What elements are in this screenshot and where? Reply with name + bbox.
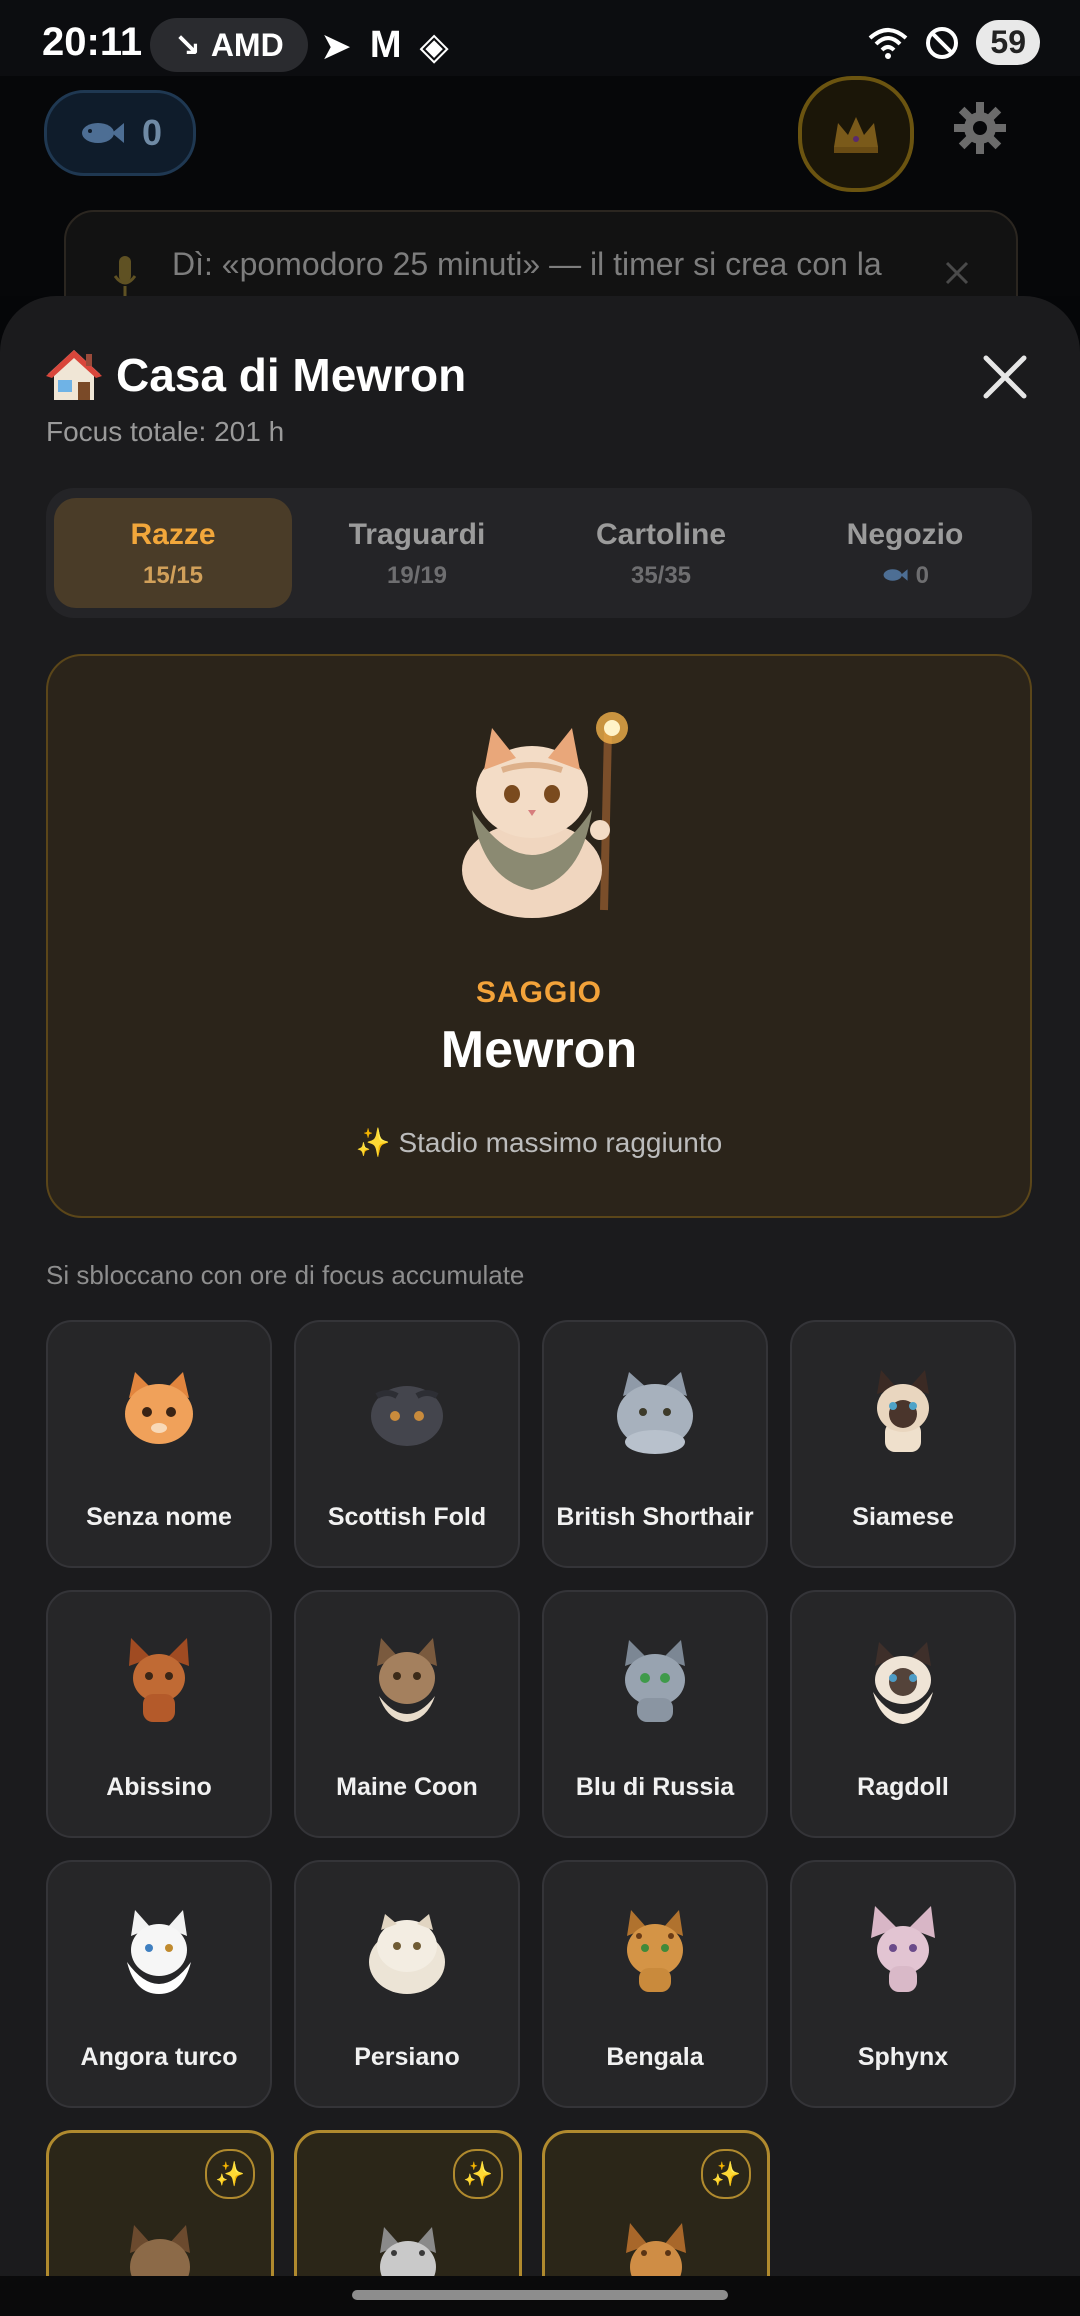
microphone-icon	[114, 256, 136, 296]
settings-gear-icon[interactable]	[952, 100, 1008, 156]
cat-house-sheet: Casa di Mewron Focus totale: 201 h Razze…	[0, 296, 1080, 2316]
wise-cat-illustration	[462, 712, 628, 918]
close-icon[interactable]	[982, 354, 1028, 400]
breed-name: Persiano	[354, 2043, 460, 2071]
sphynx-icon	[871, 1906, 935, 1992]
british-shorthair-icon	[617, 1372, 693, 1454]
turkish-angora-icon	[127, 1910, 191, 1994]
breed-card-british-shorthair[interactable]: British Shorthair	[542, 1320, 768, 1568]
breed-name: Scottish Fold	[327, 1503, 487, 1531]
breed-name: Blu di Russia	[575, 1773, 735, 1801]
breed-card-angora-turco[interactable]: Angora turco	[46, 1860, 272, 2108]
fish-icon	[883, 569, 908, 581]
breed-name: Bengala	[606, 2043, 704, 2071]
breed-name: British Shorthair	[556, 1503, 754, 1531]
bengal-icon	[627, 1910, 683, 1992]
cat-stage: SAGGIO	[475, 976, 602, 1009]
breed-name: Maine Coon	[336, 1773, 478, 1801]
stage-note: ✨ Stadio massimo raggiunto	[355, 1127, 723, 1158]
breed-name: Sphynx	[857, 2043, 949, 2071]
tab-traguardi[interactable]: Traguardi 19/19	[298, 498, 536, 608]
current-cat-card: SAGGIO Mewron ✨ Stadio massimo raggiunto	[46, 654, 1032, 1218]
sparkle-badge: ✨	[453, 2149, 503, 2199]
system-nav-bar	[0, 2276, 1080, 2316]
status-right: 59	[868, 20, 1040, 65]
fish-icon	[81, 123, 124, 143]
sheet-title: Casa di Mewron	[46, 348, 466, 402]
persian-icon	[369, 1914, 445, 1994]
fish-counter[interactable]: 0	[44, 90, 196, 176]
unlock-caption: Si sbloccano con ore di focus accumulate	[46, 1260, 525, 1290]
tab-negozio[interactable]: Negozio 0	[786, 498, 1024, 608]
breed-card-abissino[interactable]: Abissino	[46, 1590, 272, 1838]
breed-name: Angora turco	[80, 2043, 238, 2071]
notification-icons: ➤ M ◈	[320, 24, 449, 69]
tab-label: Cartoline	[595, 518, 727, 551]
breed-card-ragdoll[interactable]: Ragdoll	[790, 1590, 1016, 1838]
battery-indicator: 59	[976, 20, 1040, 65]
trend-down-icon: ↘	[174, 27, 201, 63]
orange-kitten-icon	[125, 1372, 193, 1444]
house-icon	[46, 350, 102, 400]
sheet-title-text: Casa di Mewron	[116, 349, 467, 401]
russian-blue-icon	[625, 1640, 685, 1722]
maine-coon-icon	[377, 1638, 437, 1722]
breed-name: Senza nome	[86, 1503, 232, 1531]
sparkle-badge: ✨	[701, 2149, 751, 2199]
fish-count: 0	[141, 112, 163, 153]
breed-card-persiano[interactable]: Persiano	[294, 1860, 520, 2108]
app-icon: ◈	[419, 26, 449, 68]
breed-name: Abissino	[106, 1773, 212, 1801]
breed-card-sphynx[interactable]: Sphynx	[790, 1860, 1016, 2108]
breed-card-bengala[interactable]: Bengala	[542, 1860, 768, 2108]
breed-name: Ragdoll	[857, 1773, 949, 1801]
sparkle-badge: ✨	[205, 2149, 255, 2199]
tab-count: 0	[786, 562, 1024, 590]
crown-icon	[834, 117, 878, 153]
shop-fish-count: 0	[915, 562, 930, 589]
scottish-fold-icon	[371, 1386, 443, 1446]
breed-card-maine-coon[interactable]: Maine Coon	[294, 1590, 520, 1838]
siamese-icon	[877, 1370, 929, 1452]
cat-name: Mewron	[440, 1021, 638, 1079]
breed-card-scottish-fold[interactable]: Scottish Fold	[294, 1320, 520, 1568]
tab-razze[interactable]: Razze 15/15	[54, 498, 292, 608]
focus-total: Focus totale: 201 h	[46, 416, 285, 447]
telegram-icon: ➤	[320, 26, 352, 68]
breed-name: Siamese	[852, 1503, 954, 1531]
breed-card-siamese[interactable]: Siamese	[790, 1320, 1016, 1568]
tab-label: Razze	[130, 518, 216, 551]
tab-bar: Razze 15/15 Traguardi 19/19 Cartoline 35…	[46, 488, 1032, 618]
tab-count: 19/19	[386, 562, 448, 589]
do-not-disturb-icon	[926, 26, 959, 59]
breed-card-blu-di-russia[interactable]: Blu di Russia	[542, 1590, 768, 1838]
gmail-icon: M	[369, 24, 402, 66]
tab-label: Negozio	[846, 518, 964, 551]
status-time: 20:11	[42, 20, 143, 64]
abyssinian-icon	[129, 1638, 189, 1722]
tab-count: 35/35	[630, 562, 692, 589]
tab-count: 15/15	[142, 562, 204, 589]
ragdoll-icon	[873, 1642, 933, 1724]
home-gesture-handle[interactable]	[352, 2290, 728, 2300]
premium-button[interactable]	[798, 76, 914, 192]
close-hint-icon[interactable]	[944, 260, 970, 286]
tab-cartoline[interactable]: Cartoline 35/35	[542, 498, 780, 608]
wifi-icon	[869, 27, 908, 59]
status-pill: ↘ AMD	[150, 18, 308, 72]
status-bar: 20:11 ↘ AMD ➤ M ◈ 59	[0, 0, 1080, 76]
breed-card-senza-nome[interactable]: Senza nome	[46, 1320, 272, 1568]
tab-label: Traguardi	[348, 518, 486, 551]
status-pill-label: AMD	[210, 26, 284, 63]
